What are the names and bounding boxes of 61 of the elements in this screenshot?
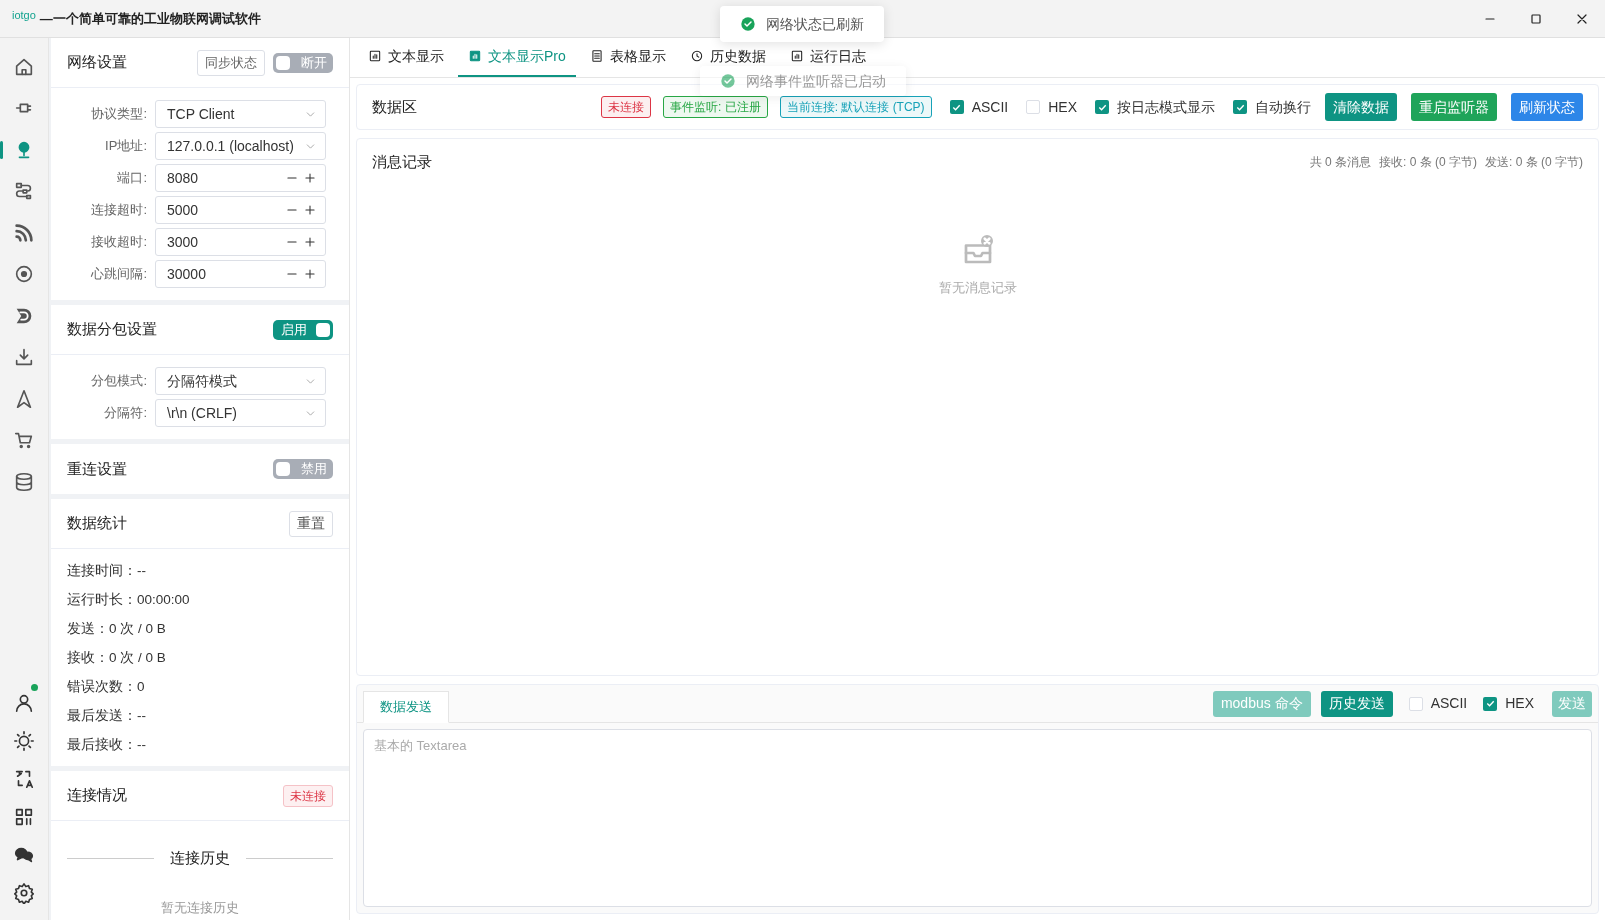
toggle-switch[interactable]: 启用 [273,319,333,340]
stat-text: 错误次数：0 [67,678,146,697]
select-field[interactable]: 分隔符模式 [155,367,326,395]
field-label: 分包模式: [90,372,148,391]
stat-text: 发送：0 次 / 0 B [67,620,167,639]
checkbox[interactable]: ASCII [1408,693,1468,714]
field-label: 心跳间隔: [90,265,148,284]
stat-text: 最后接收：-- [67,736,147,755]
section-title: 重连设置 [67,458,127,479]
summary-text: 接收: 0 条 (0 字节) [1378,154,1477,172]
stat-text: 运行时长：00:00:00 [67,591,191,610]
message-textarea[interactable]: 基本的 Textarea [363,729,1592,907]
field-label: 协议类型: [90,105,148,124]
field-label: 分隔符: [103,404,148,423]
window-title: —一个简单可靠的工业物联网调试软件 [39,9,261,28]
status-tag: 未连接 [600,96,651,118]
section-title: 数据统计 [67,513,127,534]
number-field[interactable]: 30000 [155,260,326,288]
send-option-button[interactable]: 历史发送 [1320,690,1393,717]
checkbox[interactable]: 自动换行 [1233,96,1311,118]
section-title: 连接情况 [67,785,127,806]
stat-text: 接收：0 次 / 0 B [67,649,167,668]
tab[interactable]: 表格显示 [579,37,676,77]
sync-button[interactable]: 同步状态 [197,49,265,76]
empty-text: 暂无消息记录 [938,278,1017,297]
status-badge: 未连接 [283,784,333,807]
toast: 网络状态已刷新 [720,6,884,42]
section-title: 网络设置 [67,52,127,73]
summary-text: 共 0 条消息 [1309,154,1371,172]
number-field[interactable]: 5000 [155,196,326,224]
field-label: IP地址: [104,137,148,156]
field-label: 接收超时: [90,233,148,252]
checkbox[interactable]: ASCII [949,96,1009,118]
select-field[interactable]: \r\n (CRLF) [155,399,326,427]
send-tab[interactable]: 数据发送 [363,691,449,723]
checkbox[interactable]: 按日志模式显示 [1095,96,1215,118]
toast: 网络事件监听器已启动 [700,66,906,96]
stat-text: 最后发送：-- [67,707,147,726]
stat-text: 连接时间：-- [67,562,147,581]
field-label: 连接超时: [90,201,148,220]
section-title: 消息记录 [372,152,432,172]
select-field[interactable]: 127.0.0.1 (localhost) [155,132,326,160]
number-field[interactable]: 8080 [155,164,326,192]
status-tag: 事件监听: 已注册 [662,96,768,118]
app-logo: iotgo [12,8,36,24]
section-title: 数据区 [372,96,417,117]
divider-title: 连接历史 [170,848,230,868]
reset-button[interactable]: 重置 [289,510,333,537]
empty-text: 暂无连接历史 [161,898,239,917]
section-title: 数据分包设置 [67,319,157,340]
checkbox[interactable]: HEX [1483,693,1534,714]
action-button[interactable]: 清除数据 [1325,93,1397,121]
tab[interactable]: 文本显示Pro [458,37,576,77]
action-button[interactable]: 刷新状态 [1511,93,1583,121]
tab[interactable]: 文本显示 [358,37,454,77]
field-label: 端口: [116,169,148,188]
status-tag: 当前连接: 默认连接 (TCP) [779,96,932,118]
checkbox[interactable]: HEX [1026,96,1077,118]
select-field[interactable]: TCP Client [155,100,326,128]
number-field[interactable]: 3000 [155,228,326,256]
summary-text: 发送: 0 条 (0 字节) [1485,154,1583,172]
